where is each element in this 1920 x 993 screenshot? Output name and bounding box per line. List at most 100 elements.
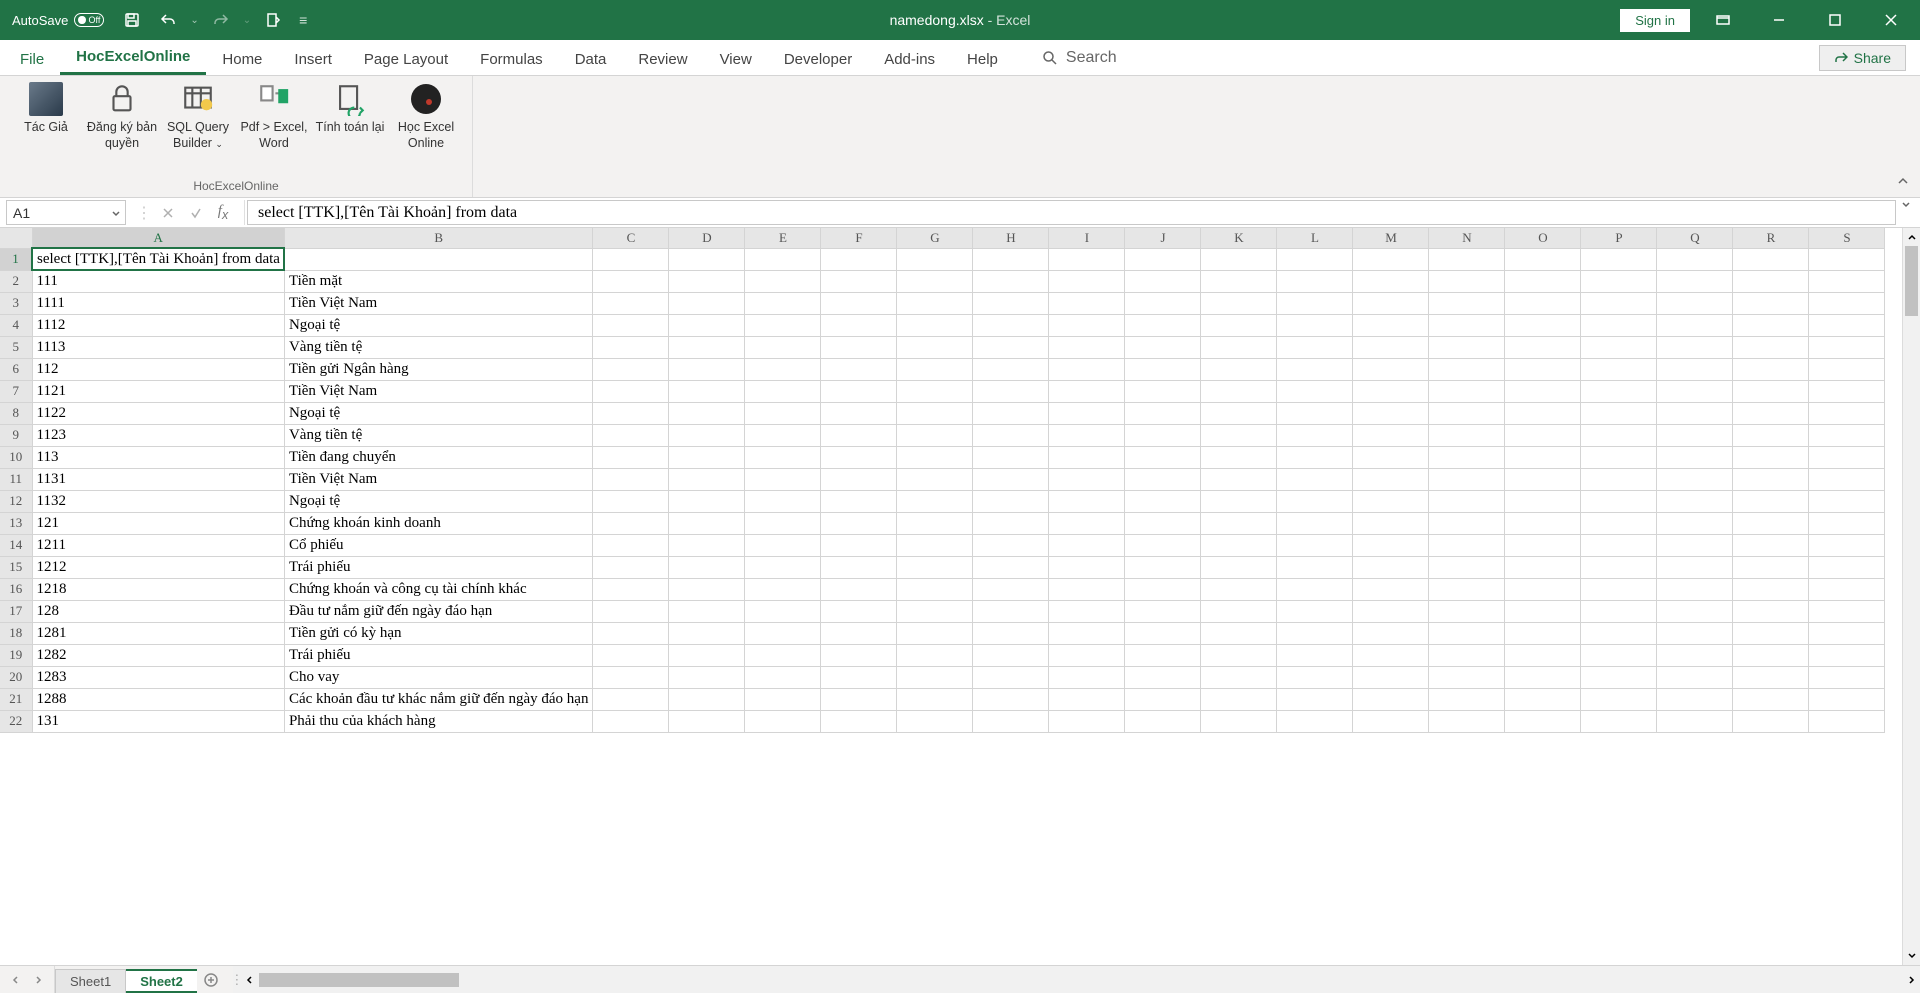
- cell-Q15[interactable]: [1657, 556, 1733, 578]
- cell-F21[interactable]: [821, 688, 897, 710]
- cell-D7[interactable]: [669, 380, 745, 402]
- cell-O18[interactable]: [1505, 622, 1581, 644]
- cell-J10[interactable]: [1125, 446, 1201, 468]
- cell-L6[interactable]: [1277, 358, 1353, 380]
- cell-K11[interactable]: [1201, 468, 1277, 490]
- cell-C14[interactable]: [593, 534, 669, 556]
- tab-home[interactable]: Home: [206, 43, 278, 75]
- cell-P14[interactable]: [1581, 534, 1657, 556]
- cell-P11[interactable]: [1581, 468, 1657, 490]
- cell-J21[interactable]: [1125, 688, 1201, 710]
- cell-B8[interactable]: Ngoại tệ: [284, 402, 593, 424]
- cell-N15[interactable]: [1429, 556, 1505, 578]
- tab-review[interactable]: Review: [622, 43, 703, 75]
- cell-E7[interactable]: [745, 380, 821, 402]
- cell-N6[interactable]: [1429, 358, 1505, 380]
- cell-O5[interactable]: [1505, 336, 1581, 358]
- cell-K4[interactable]: [1201, 314, 1277, 336]
- scroll-right-icon[interactable]: [1902, 966, 1920, 993]
- cell-J8[interactable]: [1125, 402, 1201, 424]
- cell-A2[interactable]: 111: [32, 270, 284, 292]
- cell-R19[interactable]: [1733, 644, 1809, 666]
- cell-P5[interactable]: [1581, 336, 1657, 358]
- cell-F7[interactable]: [821, 380, 897, 402]
- cell-B21[interactable]: Các khoản đầu tư khác nắm giữ đến ngày đ…: [284, 688, 593, 710]
- cell-E19[interactable]: [745, 644, 821, 666]
- cell-S18[interactable]: [1809, 622, 1885, 644]
- cell-A15[interactable]: 1212: [32, 556, 284, 578]
- collapse-ribbon-icon[interactable]: [1896, 174, 1910, 193]
- undo-icon[interactable]: [154, 6, 182, 34]
- cell-E2[interactable]: [745, 270, 821, 292]
- tab-insert[interactable]: Insert: [278, 43, 348, 75]
- cell-F20[interactable]: [821, 666, 897, 688]
- column-header-J[interactable]: J: [1125, 228, 1201, 248]
- cell-C17[interactable]: [593, 600, 669, 622]
- cell-S12[interactable]: [1809, 490, 1885, 512]
- autosave-toggle[interactable]: AutoSave Off: [6, 13, 110, 28]
- cell-J18[interactable]: [1125, 622, 1201, 644]
- cell-Q22[interactable]: [1657, 710, 1733, 732]
- cell-H21[interactable]: [973, 688, 1049, 710]
- cell-B14[interactable]: Cổ phiếu: [284, 534, 593, 556]
- cell-M6[interactable]: [1353, 358, 1429, 380]
- cell-C8[interactable]: [593, 402, 669, 424]
- cell-G7[interactable]: [897, 380, 973, 402]
- row-header-15[interactable]: 15: [0, 556, 32, 578]
- cell-Q3[interactable]: [1657, 292, 1733, 314]
- cell-G22[interactable]: [897, 710, 973, 732]
- cell-Q8[interactable]: [1657, 402, 1733, 424]
- cell-K1[interactable]: [1201, 248, 1277, 270]
- tab-add-ins[interactable]: Add-ins: [868, 43, 951, 75]
- cell-M13[interactable]: [1353, 512, 1429, 534]
- cell-C11[interactable]: [593, 468, 669, 490]
- cell-M21[interactable]: [1353, 688, 1429, 710]
- cell-P13[interactable]: [1581, 512, 1657, 534]
- cell-R2[interactable]: [1733, 270, 1809, 292]
- cell-J6[interactable]: [1125, 358, 1201, 380]
- cell-G12[interactable]: [897, 490, 973, 512]
- cell-O14[interactable]: [1505, 534, 1581, 556]
- cell-M22[interactable]: [1353, 710, 1429, 732]
- cell-P6[interactable]: [1581, 358, 1657, 380]
- cell-C2[interactable]: [593, 270, 669, 292]
- cell-N22[interactable]: [1429, 710, 1505, 732]
- cell-F5[interactable]: [821, 336, 897, 358]
- cell-Q4[interactable]: [1657, 314, 1733, 336]
- cell-G17[interactable]: [897, 600, 973, 622]
- cell-P2[interactable]: [1581, 270, 1657, 292]
- cell-C3[interactable]: [593, 292, 669, 314]
- cell-R11[interactable]: [1733, 468, 1809, 490]
- cell-I16[interactable]: [1049, 578, 1125, 600]
- cell-A1[interactable]: select [TTK],[Tên Tài Khoản] from data: [32, 248, 284, 270]
- cell-H6[interactable]: [973, 358, 1049, 380]
- cell-Q16[interactable]: [1657, 578, 1733, 600]
- cell-N5[interactable]: [1429, 336, 1505, 358]
- cell-L21[interactable]: [1277, 688, 1353, 710]
- cell-G11[interactable]: [897, 468, 973, 490]
- cell-P12[interactable]: [1581, 490, 1657, 512]
- cell-G6[interactable]: [897, 358, 973, 380]
- cell-S11[interactable]: [1809, 468, 1885, 490]
- cell-H12[interactable]: [973, 490, 1049, 512]
- cell-C22[interactable]: [593, 710, 669, 732]
- cell-K14[interactable]: [1201, 534, 1277, 556]
- cell-I20[interactable]: [1049, 666, 1125, 688]
- cell-S4[interactable]: [1809, 314, 1885, 336]
- cell-L13[interactable]: [1277, 512, 1353, 534]
- cell-E11[interactable]: [745, 468, 821, 490]
- cell-E12[interactable]: [745, 490, 821, 512]
- ribbon-t-nh-to-n-l-i[interactable]: Tính toán lại: [314, 80, 386, 136]
- cell-P22[interactable]: [1581, 710, 1657, 732]
- cell-D21[interactable]: [669, 688, 745, 710]
- cell-K5[interactable]: [1201, 336, 1277, 358]
- cell-I8[interactable]: [1049, 402, 1125, 424]
- cell-S10[interactable]: [1809, 446, 1885, 468]
- cell-J11[interactable]: [1125, 468, 1201, 490]
- cell-I14[interactable]: [1049, 534, 1125, 556]
- cell-Q20[interactable]: [1657, 666, 1733, 688]
- cell-J9[interactable]: [1125, 424, 1201, 446]
- cell-O9[interactable]: [1505, 424, 1581, 446]
- cell-E3[interactable]: [745, 292, 821, 314]
- cell-S5[interactable]: [1809, 336, 1885, 358]
